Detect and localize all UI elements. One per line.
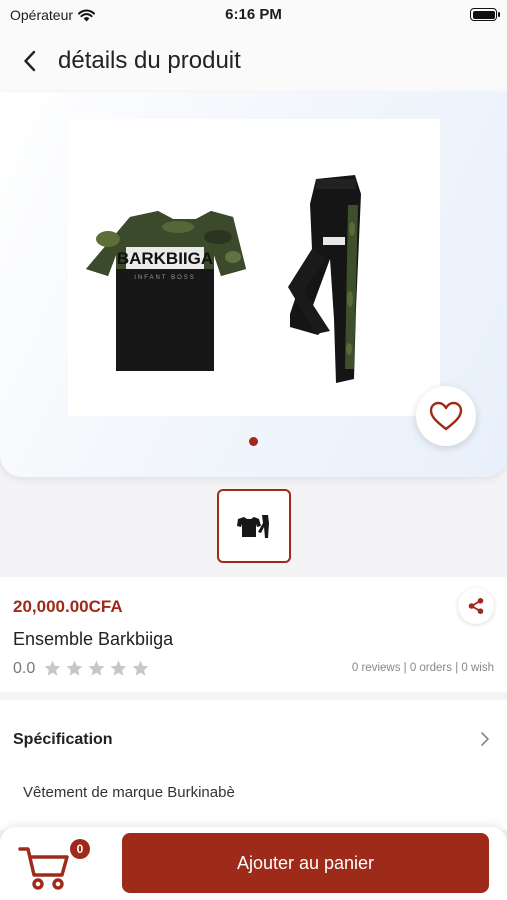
product-image[interactable]: BARKBIIGA INFANT BOSS — [68, 119, 440, 416]
image-logo-text: BARKBIIGA — [117, 249, 213, 268]
product-stats: 0 reviews | 0 orders | 0 wish — [351, 662, 494, 674]
chevron-right-icon[interactable] — [480, 731, 490, 747]
carousel-indicator-active[interactable] — [249, 437, 258, 446]
chevron-left-icon — [24, 50, 36, 72]
star-icon — [66, 660, 83, 676]
share-icon — [468, 598, 484, 614]
star-icon — [132, 660, 149, 676]
battery-icon — [470, 8, 500, 21]
product-info-card: 20,000.00CFA Ensemble Barkbiiga 0.0 0 re… — [0, 577, 507, 692]
cart-icon — [18, 847, 69, 890]
rating-row: 0.0 — [13, 659, 150, 678]
product-photo: BARKBIIGA INFANT BOSS — [86, 175, 361, 383]
product-price: 20,000.00CFA — [13, 597, 123, 616]
star-icon — [88, 660, 105, 676]
cart-count-badge: 0 — [70, 839, 90, 859]
share-button[interactable] — [458, 588, 494, 624]
page-title: détails du produit — [58, 47, 241, 74]
status-bar: Opérateur 6:16 PM — [0, 0, 507, 30]
heart-outline-icon — [429, 401, 463, 431]
specification-description: Vêtement de marque Burkinabè — [23, 784, 235, 801]
product-gallery[interactable]: BARKBIIGA INFANT BOSS — [0, 92, 507, 477]
bottom-action-bar: 0 Ajouter au panier — [0, 827, 507, 900]
cart-button[interactable]: 0 — [16, 837, 96, 893]
battery-fill — [472, 10, 495, 19]
rating-value: 0.0 — [13, 659, 36, 677]
back-button[interactable] — [6, 37, 54, 85]
thumbnail-selected[interactable] — [217, 489, 291, 563]
clock: 6:16 PM — [225, 6, 282, 23]
image-caption-text: INFANT BOSS — [134, 275, 196, 281]
app-header: détails du produit — [0, 30, 507, 92]
favorite-button[interactable] — [416, 386, 476, 446]
star-rating — [43, 659, 150, 678]
specification-card[interactable]: Spécification Vêtement de marque Burkina… — [0, 700, 507, 830]
star-icon — [44, 660, 61, 676]
star-icon — [110, 660, 127, 676]
specification-title: Spécification — [13, 731, 113, 748]
add-to-cart-button[interactable]: Ajouter au panier — [122, 833, 489, 893]
product-name: Ensemble Barkbiiga — [13, 629, 174, 649]
thumbnail-image — [237, 515, 269, 538]
